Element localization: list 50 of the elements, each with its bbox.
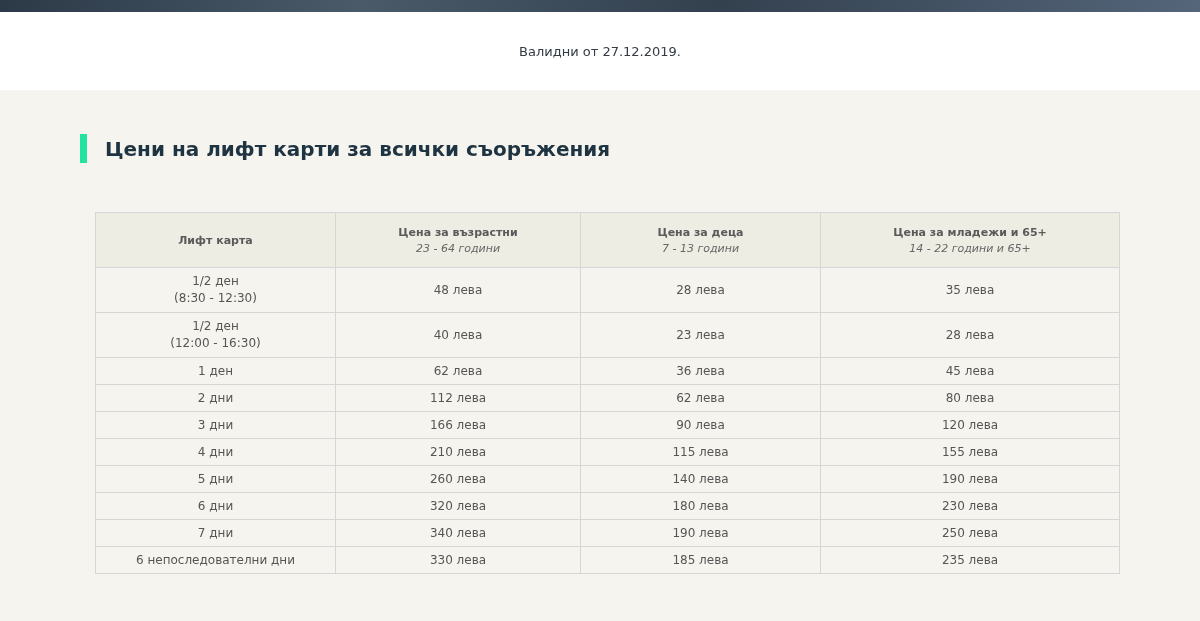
table-cell: 140 лева — [580, 465, 821, 493]
table-cell: 62 лева — [335, 357, 581, 385]
table-cell: 230 лева — [820, 492, 1120, 520]
table-cell: 23 лева — [580, 312, 821, 358]
table-cell: 2 дни — [95, 384, 336, 412]
table-cell: 120 лева — [820, 411, 1120, 439]
table-cell: 210 лева — [335, 438, 581, 466]
section-title: Цени на лифт карти за всички съоръжения — [105, 136, 611, 161]
table-cell: 250 лева — [820, 519, 1120, 547]
table-cell: 166 лева — [335, 411, 581, 439]
table-cell: 90 лева — [580, 411, 821, 439]
column-header-subtitle: 7 - 13 години — [660, 241, 741, 255]
table-cell: 6 непоследователни дни — [95, 546, 336, 574]
table-cell: 180 лева — [580, 492, 821, 520]
table-cell: 1 ден — [95, 357, 336, 385]
table-cell: 112 лева — [335, 384, 581, 412]
table-cell: 185 лева — [580, 546, 821, 574]
table-cell: 35 лева — [820, 267, 1120, 313]
table-cell: 36 лева — [580, 357, 821, 385]
heading-accent-bar — [80, 134, 87, 163]
valid-from-text: Валидни от 27.12.2019. — [519, 43, 681, 59]
table-cell: 62 лева — [580, 384, 821, 412]
table-cell: 45 лева — [820, 357, 1120, 385]
table-cell: 40 лева — [335, 312, 581, 358]
table-cell: 28 лева — [580, 267, 821, 313]
table-cell: 190 лева — [820, 465, 1120, 493]
table-cell: 155 лева — [820, 438, 1120, 466]
column-header-title: Цена за възрастни — [397, 225, 519, 239]
table-cell: 48 лева — [335, 267, 581, 313]
column-header-title: Цена за деца — [656, 225, 745, 239]
column-header-title: Лифт карта — [177, 233, 254, 247]
table-cell: 28 лева — [820, 312, 1120, 358]
table-cell: 330 лева — [335, 546, 581, 574]
table-cell: 1/2 ден (12:00 - 16:30) — [95, 312, 336, 358]
table-cell: 1/2 ден (8:30 - 12:30) — [95, 267, 336, 313]
table-cell: 4 дни — [95, 438, 336, 466]
table-cell: 5 дни — [95, 465, 336, 493]
table-cell: 3 дни — [95, 411, 336, 439]
column-header-title: Цена за младежи и 65+ — [892, 225, 1048, 239]
table-cell: 80 лева — [820, 384, 1120, 412]
table-cell: 6 дни — [95, 492, 336, 520]
table-cell: 340 лева — [335, 519, 581, 547]
table-cell: 320 лева — [335, 492, 581, 520]
table-cell: 190 лева — [580, 519, 821, 547]
table-cell: 235 лева — [820, 546, 1120, 574]
column-header-subtitle: 23 - 64 години — [414, 241, 502, 255]
table-cell: 260 лева — [335, 465, 581, 493]
table-cell: 115 лева — [580, 438, 821, 466]
table-cell: 7 дни — [95, 519, 336, 547]
column-header-subtitle: 14 - 22 години и 65+ — [908, 241, 1032, 255]
